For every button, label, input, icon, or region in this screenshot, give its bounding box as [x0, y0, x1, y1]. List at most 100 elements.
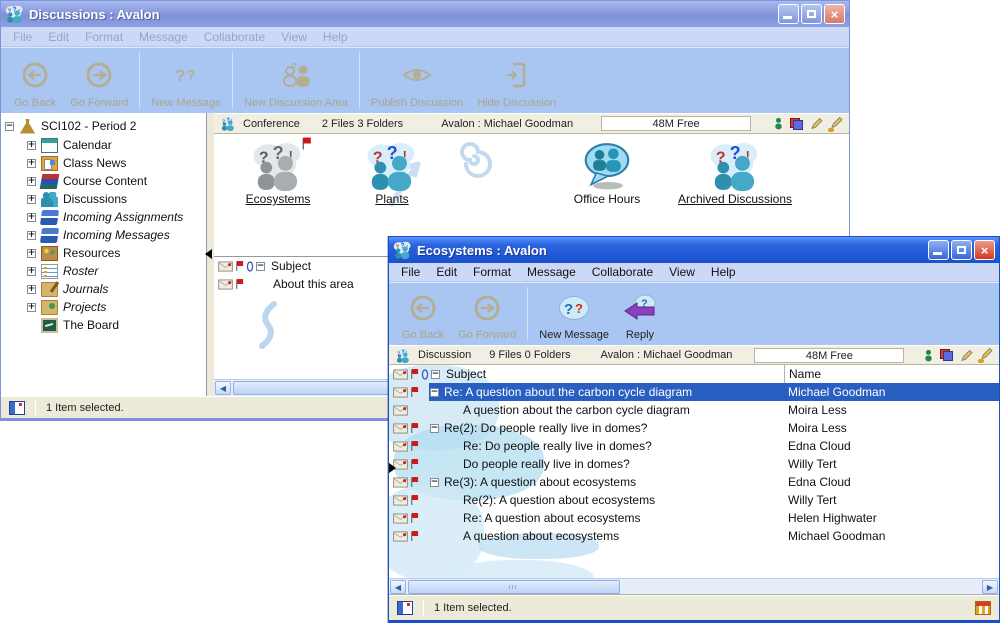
table-row[interactable]: A question about the carbon cycle diagra… — [389, 401, 999, 419]
tree-root-sci102[interactable]: SCI102 - Period 2 — [1, 116, 206, 136]
menu-item[interactable]: Edit — [428, 265, 465, 279]
tree-item[interactable]: Journals — [1, 280, 206, 298]
menu-item[interactable]: Message — [519, 265, 584, 279]
conference-item-office-hours[interactable]: Office Hours — [552, 141, 662, 206]
menu-item[interactable]: Help — [703, 265, 744, 279]
menu-item[interactable]: View — [273, 30, 315, 44]
sidebar-tree: SCI102 - Period 2 Calendar Class News — [1, 113, 207, 396]
collapse-all-box[interactable] — [431, 370, 440, 379]
message-envelope-icon — [393, 531, 408, 542]
expand-plus-box[interactable] — [27, 303, 36, 312]
status-text: 1 Item selected. — [46, 402, 124, 414]
scroll-left-arrow[interactable]: ◀ — [215, 381, 231, 395]
tree-item-icon — [41, 318, 58, 333]
toggle-panel-icon[interactable] — [9, 401, 25, 415]
scrollbar-track[interactable] — [620, 580, 982, 594]
table-row[interactable]: Re: A question about ecosystems Helen Hi… — [389, 509, 999, 527]
collapse-box[interactable] — [5, 122, 14, 131]
minimize-button[interactable] — [928, 240, 949, 260]
go-forward-button[interactable]: Go Forward — [63, 50, 135, 111]
view-grid-icon[interactable] — [975, 601, 991, 615]
conference-item-plants[interactable]: Plants — [344, 141, 440, 206]
titlebar-ecosystems[interactable]: Ecosystems : Avalon × — [389, 237, 999, 263]
expand-plus-box[interactable] — [27, 267, 36, 276]
horizontal-scrollbar[interactable]: ◀ ▶ — [389, 578, 999, 595]
message-envelope-icon — [218, 279, 233, 290]
expand-plus-box[interactable] — [27, 159, 36, 168]
name-text: Willy Tert — [788, 457, 836, 471]
menu-item[interactable]: Collaborate — [584, 265, 661, 279]
menu-item[interactable]: Format — [77, 30, 131, 44]
titlebar-discussions[interactable]: Discussions : Avalon × — [1, 1, 849, 27]
name-text: Edna Cloud — [788, 475, 851, 489]
hide-discussion-button[interactable]: Hide Discussion — [470, 50, 563, 111]
new-discussion-area-button[interactable]: New Discussion Area — [237, 50, 355, 111]
publish-discussion-button[interactable]: Publish Discussion — [364, 50, 470, 111]
collapse-thread-box[interactable] — [430, 424, 439, 433]
tree-item-label: Projects — [63, 300, 106, 314]
menu-item[interactable]: Help — [315, 30, 356, 44]
menu-item[interactable]: View — [661, 265, 703, 279]
menu-item[interactable]: Edit — [40, 30, 77, 44]
table-row[interactable]: Re: Do people really live in domes? Edna… — [389, 437, 999, 455]
scrollbar-thumb[interactable] — [408, 580, 620, 594]
close-button[interactable]: × — [824, 4, 845, 24]
table-row[interactable]: Re(2): A question about ecosystems Willy… — [389, 491, 999, 509]
reply-button[interactable]: Reply — [616, 285, 664, 343]
conference-item-ecosystems[interactable]: Ecosystems — [230, 141, 326, 206]
pane-splitter[interactable] — [207, 113, 214, 396]
go-forward-button[interactable]: Go Forward — [451, 285, 523, 343]
expand-plus-box[interactable] — [27, 141, 36, 150]
table-row[interactable]: A question about ecosystems Michael Good… — [389, 527, 999, 545]
table-row[interactable]: Re: A question about the carbon cycle di… — [389, 383, 999, 401]
message-envelope-icon — [393, 423, 408, 434]
new-message-button[interactable]: New Message — [532, 285, 616, 343]
collapse-all-box[interactable] — [256, 262, 265, 271]
table-row[interactable]: Re(3): A question about ecosystems Edna … — [389, 473, 999, 491]
subject-column-header: Subject — [271, 259, 311, 273]
tree-item[interactable]: Incoming Messages — [1, 226, 206, 244]
tree-item[interactable]: Class News — [1, 154, 206, 172]
expand-plus-box[interactable] — [27, 285, 36, 294]
tree-item[interactable]: Discussions — [1, 190, 206, 208]
sidebar-collapse-arrow-icon[interactable] — [205, 249, 212, 259]
table-header-row[interactable]: Subject Name — [389, 365, 999, 383]
menu-item[interactable]: File — [5, 30, 40, 44]
tree-item-icon — [41, 300, 58, 315]
conference-item-archived-discussions[interactable]: Archived Discussions — [652, 141, 818, 206]
expand-plus-box[interactable] — [27, 231, 36, 240]
expand-plus-box[interactable] — [27, 177, 36, 186]
menu-item[interactable]: Message — [131, 30, 196, 44]
expand-plus-box[interactable] — [27, 195, 36, 204]
minimize-button[interactable] — [778, 4, 799, 24]
close-button[interactable]: × — [974, 240, 995, 260]
new-message-button[interactable]: New Message — [144, 50, 228, 111]
tree-item[interactable]: Projects — [1, 298, 206, 316]
message-envelope-icon — [393, 369, 408, 380]
toggle-panel-icon[interactable] — [397, 601, 413, 615]
tree-item[interactable]: Roster — [1, 262, 206, 280]
expand-plus-box[interactable] — [27, 213, 36, 222]
menu-item[interactable]: Collaborate — [196, 30, 273, 44]
collapse-thread-box[interactable] — [430, 478, 439, 487]
tree-item[interactable]: Resources — [1, 244, 206, 262]
maximize-button[interactable] — [951, 240, 972, 260]
table-row[interactable]: Re(2): Do people really live in domes? M… — [389, 419, 999, 437]
expand-plus-box[interactable] — [27, 249, 36, 258]
tree-item[interactable]: Course Content — [1, 172, 206, 190]
menu-item[interactable]: File — [393, 265, 428, 279]
pane-collapse-arrow-icon[interactable] — [389, 463, 396, 473]
tree-item[interactable]: Calendar — [1, 136, 206, 154]
menu-item[interactable]: Format — [465, 265, 519, 279]
collapse-thread-box[interactable] — [430, 388, 439, 397]
scroll-right-arrow[interactable]: ▶ — [982, 580, 998, 594]
tree-item[interactable]: The Board — [1, 316, 206, 334]
container-kind-label: Discussion — [418, 349, 471, 361]
go-back-button[interactable]: Go Back — [395, 285, 451, 343]
table-row[interactable]: Do people really live in domes? Willy Te… — [389, 455, 999, 473]
tree-item[interactable]: Incoming Assignments — [1, 208, 206, 226]
scroll-left-arrow[interactable]: ◀ — [390, 580, 406, 594]
maximize-button[interactable] — [801, 4, 822, 24]
go-back-button[interactable]: Go Back — [7, 50, 63, 111]
presence-person-icon — [774, 117, 783, 130]
